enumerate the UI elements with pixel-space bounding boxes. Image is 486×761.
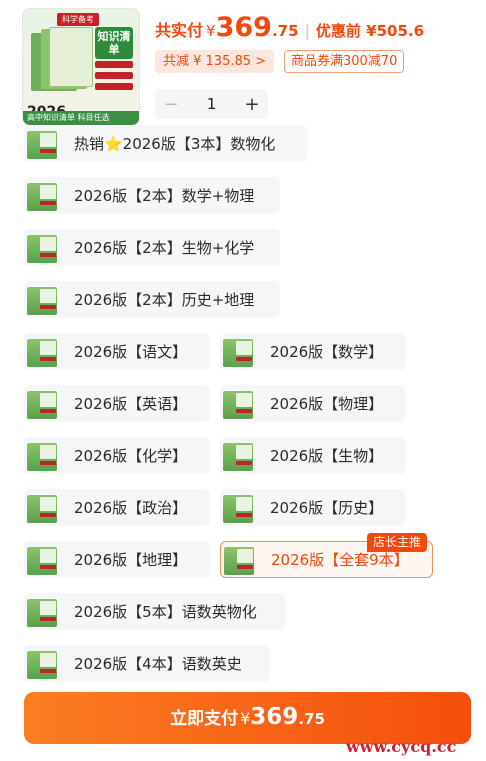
option-item[interactable]: 2026版【政治】 xyxy=(24,489,210,526)
option-item[interactable]: 2026版【英语】 xyxy=(24,385,210,422)
cover-title: 知识清单 xyxy=(95,27,133,59)
option-thumbnail-icon xyxy=(223,545,257,575)
option-thumbnail-icon xyxy=(26,337,60,367)
quantity-stepper: − 1 + xyxy=(155,89,268,119)
option-item[interactable]: 2026版【生物】 xyxy=(220,437,406,474)
option-label: 2026版【化学】 xyxy=(74,447,188,465)
pay-decimal: .75 xyxy=(298,710,325,728)
total-price: 共实付 ¥ 369 .75 | 优惠前 ¥505.6 xyxy=(155,12,425,43)
option-item[interactable]: 2026版【2本】生物+化学 xyxy=(24,229,280,266)
option-label: 2026版【5本】语数英物化 xyxy=(74,603,257,621)
pay-integer: 369 xyxy=(250,704,299,730)
coupon-chip: 商品券满300减70 xyxy=(284,50,405,73)
brand-label: 科学备考 xyxy=(57,13,99,26)
option-item[interactable]: 2026版【物理】 xyxy=(220,385,406,422)
option-label: 2026版【物理】 xyxy=(270,395,384,413)
product-thumbnail[interactable]: 科学备考 知识清单 2026 高中知识清单 科目任选 xyxy=(22,8,140,126)
price-separator: | xyxy=(304,21,310,40)
option-item[interactable]: 2026版【5本】语数英物化 xyxy=(24,593,286,630)
option-label: 2026版【语文】 xyxy=(74,343,188,361)
option-label: 2026版【2本】历史+地理 xyxy=(74,291,255,309)
pay-label: 立即支付 xyxy=(170,709,239,729)
option-item[interactable]: 2026版【化学】 xyxy=(24,437,210,474)
option-item[interactable]: 2026版【4本】语数英史 xyxy=(24,645,270,682)
price-currency: ¥ xyxy=(206,22,216,40)
option-label: 2026版【英语】 xyxy=(74,395,188,413)
option-thumbnail-icon xyxy=(26,597,60,627)
option-thumbnail-icon xyxy=(26,493,60,523)
increase-button[interactable]: + xyxy=(236,94,268,115)
option-thumbnail-icon xyxy=(222,441,256,471)
price-decimal: .75 xyxy=(271,22,299,40)
option-thumbnail-icon xyxy=(26,389,60,419)
quantity-value[interactable]: 1 xyxy=(187,95,236,113)
option-thumbnail-icon xyxy=(26,649,60,679)
option-label: 热销⭐2026版【3本】数物化 xyxy=(74,135,276,153)
option-thumbnail-icon xyxy=(26,441,60,471)
option-thumbnail-icon xyxy=(26,285,60,315)
option-item[interactable]: 2026版【2本】数学+物理 xyxy=(24,177,280,214)
option-thumbnail-icon xyxy=(26,129,60,159)
option-label: 2026版【历史】 xyxy=(270,499,384,517)
watermark-text: www.cycq.cc xyxy=(346,737,457,756)
option-label: 2026版【政治】 xyxy=(74,499,188,517)
option-label: 2026版【生物】 xyxy=(270,447,384,465)
option-item[interactable]: 2026版【地理】 xyxy=(24,541,210,578)
option-thumbnail-icon xyxy=(222,389,256,419)
cover-strip: 高中知识清单 科目任选 xyxy=(23,111,139,125)
option-item[interactable]: 2026版【历史】 xyxy=(220,489,406,526)
price-integer: 369 xyxy=(215,12,272,43)
option-thumbnail-icon xyxy=(26,181,60,211)
pay-currency: ¥ xyxy=(240,709,251,728)
book-stack-image xyxy=(31,27,93,91)
option-item[interactable]: 2026版【数学】 xyxy=(220,333,406,370)
total-price-label: 共实付 xyxy=(155,21,204,40)
option-thumbnail-icon xyxy=(26,233,60,263)
option-item[interactable]: 2026版【2本】历史+地理 xyxy=(24,281,280,318)
option-label: 2026版【数学】 xyxy=(270,343,384,361)
option-thumbnail-icon xyxy=(26,545,60,575)
option-label: 2026版【4本】语数英史 xyxy=(74,655,242,673)
discount-detail-chip[interactable]: 共减 ¥ 135.85 > xyxy=(155,50,275,73)
option-label: 2026版【2本】生物+化学 xyxy=(74,239,255,257)
original-price: 优惠前 ¥505.6 xyxy=(315,22,425,40)
option-thumbnail-icon xyxy=(222,337,256,367)
option-label: 2026版【全套9本】 xyxy=(271,551,409,569)
option-label: 2026版【2本】数学+物理 xyxy=(74,187,255,205)
option-item[interactable]: 2026版【语文】 xyxy=(24,333,210,370)
option-label: 2026版【地理】 xyxy=(74,551,188,569)
decrease-button[interactable]: − xyxy=(155,94,187,115)
option-item[interactable]: 热销⭐2026版【3本】数物化 xyxy=(24,125,308,162)
option-thumbnail-icon xyxy=(222,493,256,523)
recommend-badge: 店长主推 xyxy=(367,533,428,552)
